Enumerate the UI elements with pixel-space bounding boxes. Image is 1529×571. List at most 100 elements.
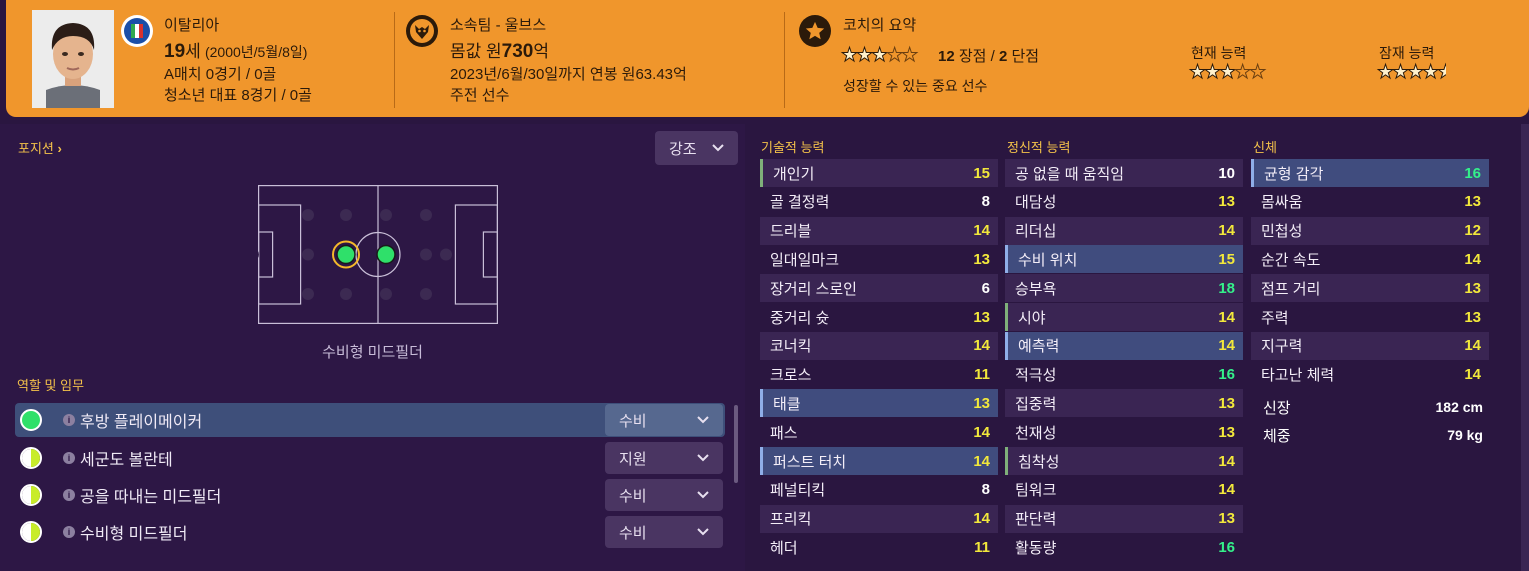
attribute-value: 13 bbox=[973, 250, 990, 268]
international-caps: A매치 0경기 / 0골 bbox=[164, 66, 277, 83]
emphasis-label: 강조 bbox=[669, 140, 697, 158]
attribute-name: 타고난 체력 bbox=[1261, 367, 1335, 385]
attribute-value: 13 bbox=[1464, 308, 1481, 326]
technical-attribute-row[interactable]: 크로스 11 bbox=[760, 361, 998, 389]
info-icon[interactable]: i bbox=[63, 414, 75, 426]
technical-attribute-row[interactable]: 드리블 14 bbox=[760, 216, 998, 245]
physical-attribute-row[interactable]: 민첩성 12 bbox=[1251, 216, 1489, 245]
attribute-value: 12 bbox=[1464, 222, 1481, 240]
role-name: 수비형 미드필더 bbox=[80, 526, 188, 543]
technical-attribute-row[interactable]: 골 결정력 8 bbox=[760, 188, 998, 216]
attribute-value: 14 bbox=[973, 452, 990, 470]
strengths-label: 장점 / bbox=[958, 48, 995, 65]
emphasis-dropdown[interactable]: 강조 bbox=[655, 131, 738, 165]
physical-attribute-row[interactable]: 순간 속도 14 bbox=[1251, 245, 1489, 273]
duty-label: 수비 bbox=[619, 524, 647, 542]
attribute-name: 천재성 bbox=[1015, 424, 1057, 442]
duty-dropdown[interactable]: 수비 bbox=[605, 479, 723, 511]
technical-attribute-row[interactable]: 일대일마크 13 bbox=[760, 245, 998, 273]
attribute-name: 크로스 bbox=[770, 367, 812, 385]
role-name: 공을 따내는 미드필더 bbox=[80, 489, 222, 506]
duty-label: 지원 bbox=[619, 450, 647, 468]
attribute-value: 6 bbox=[981, 279, 990, 297]
roles-scrollbar[interactable] bbox=[734, 405, 738, 483]
attribute-value: 11 bbox=[974, 366, 990, 384]
mental-attribute-row[interactable]: 천재성 13 bbox=[1005, 418, 1243, 446]
attribute-name: 침착성 bbox=[1018, 453, 1060, 471]
coach-title: 코치의 요약 bbox=[843, 17, 917, 34]
mental-attribute-row[interactable]: 침착성 14 bbox=[1005, 447, 1243, 475]
club-name[interactable]: 소속팀 - 울브스 bbox=[450, 14, 546, 35]
coach-comment: 성장할 수 있는 중요 선수 bbox=[843, 78, 988, 94]
role-row[interactable]: i 공을 따내는 미드필더 수비 bbox=[15, 478, 725, 512]
technical-attribute-row[interactable]: 장거리 스로인 6 bbox=[760, 274, 998, 303]
height-label: 신장 bbox=[1263, 399, 1291, 417]
technical-attribute-row[interactable]: 코너킥 14 bbox=[760, 331, 998, 360]
mental-attribute-row[interactable]: 대담성 13 bbox=[1005, 188, 1243, 216]
attribute-value: 13 bbox=[1218, 193, 1235, 211]
attribute-value: 14 bbox=[1464, 250, 1481, 268]
physical-attribute-row[interactable]: 지구력 14 bbox=[1251, 331, 1489, 360]
mental-attribute-row[interactable]: 집중력 13 bbox=[1005, 389, 1243, 418]
technical-attribute-row[interactable]: 페널티킥 8 bbox=[760, 476, 998, 504]
physical-attribute-row[interactable]: 점프 거리 13 bbox=[1251, 274, 1489, 303]
attribute-value: 16 bbox=[1218, 366, 1235, 384]
mental-attribute-row[interactable]: 리더십 14 bbox=[1005, 216, 1243, 245]
technical-attribute-row[interactable]: 프리킥 14 bbox=[760, 504, 998, 533]
position-marker-dm[interactable] bbox=[336, 244, 356, 265]
duty-dropdown[interactable]: 수비 bbox=[605, 404, 723, 436]
weaknesses-count: 2 bbox=[998, 48, 1008, 65]
wolves-crest-icon[interactable] bbox=[406, 15, 438, 47]
info-icon[interactable]: i bbox=[63, 526, 75, 538]
pitch-diagram[interactable] bbox=[258, 185, 498, 324]
attribute-name: 예측력 bbox=[1018, 338, 1060, 356]
mental-attribute-row[interactable]: 시야 14 bbox=[1005, 303, 1243, 331]
technical-attribute-row[interactable]: 패스 14 bbox=[760, 418, 998, 446]
attribute-name: 민첩성 bbox=[1261, 223, 1303, 241]
attribute-value: 8 bbox=[981, 481, 990, 499]
position-marker-mc[interactable] bbox=[376, 244, 396, 265]
weight-label: 체중 bbox=[1263, 427, 1291, 445]
technical-attribute-row[interactable]: 퍼스트 터치 14 bbox=[760, 447, 998, 475]
mental-attribute-row[interactable]: 예측력 14 bbox=[1005, 331, 1243, 360]
height-value: 182 cm bbox=[1435, 399, 1483, 415]
youth-caps: 청소년 대표 8경기 / 0골 bbox=[164, 87, 312, 104]
technical-attribute-row[interactable]: 개인기 15 bbox=[760, 159, 998, 187]
technical-attribute-row[interactable]: 헤더 11 bbox=[760, 533, 998, 561]
mental-attribute-row[interactable]: 활동량 16 bbox=[1005, 533, 1243, 561]
mental-attribute-row[interactable]: 공 없을 때 움직임 10 bbox=[1005, 159, 1243, 187]
chevron-down-icon bbox=[697, 416, 709, 424]
star-badge-icon bbox=[799, 15, 831, 47]
age-unit: 세 bbox=[185, 42, 201, 61]
info-icon[interactable]: i bbox=[63, 452, 75, 464]
header-divider bbox=[784, 12, 785, 108]
technical-attribute-row[interactable]: 중거리 슛 13 bbox=[760, 303, 998, 331]
physical-attribute-row[interactable]: 몸싸움 13 bbox=[1251, 188, 1489, 216]
mental-attribute-row[interactable]: 적극성 16 bbox=[1005, 361, 1243, 389]
duty-dropdown[interactable]: 수비 bbox=[605, 516, 723, 548]
positions-link[interactable]: 포지션 › bbox=[18, 138, 62, 157]
duty-dropdown[interactable]: 지원 bbox=[605, 442, 723, 474]
role-row[interactable]: i 수비형 미드필더 수비 bbox=[15, 515, 725, 549]
attribute-name: 수비 위치 bbox=[1018, 251, 1078, 269]
physical-attribute-row[interactable]: 주력 13 bbox=[1251, 303, 1489, 331]
role-row[interactable]: i 후방 플레이메이커 수비 bbox=[15, 403, 725, 437]
mental-attribute-row[interactable]: 승부욕 18 bbox=[1005, 274, 1243, 303]
role-suitability-icon bbox=[20, 447, 42, 469]
attribute-value: 14 bbox=[973, 510, 990, 528]
mental-attribute-row[interactable]: 수비 위치 15 bbox=[1005, 245, 1243, 274]
attribute-value: 13 bbox=[1464, 279, 1481, 297]
info-icon[interactable]: i bbox=[63, 489, 75, 501]
attribute-value: 16 bbox=[1464, 164, 1481, 182]
attribute-name: 장거리 스로인 bbox=[770, 280, 857, 298]
current-ability-stars: ★★★★★ bbox=[1188, 62, 1266, 84]
birthdate: (2000년/5월/8일) bbox=[204, 44, 308, 60]
mental-attribute-row[interactable]: 판단력 13 bbox=[1005, 504, 1243, 533]
mental-attribute-row[interactable]: 팀워크 14 bbox=[1005, 476, 1243, 504]
technical-attribute-row[interactable]: 태클 13 bbox=[760, 389, 998, 418]
physical-attribute-row[interactable]: 균형 감각 16 bbox=[1251, 159, 1489, 187]
physical-attribute-row[interactable]: 타고난 체력 14 bbox=[1251, 361, 1489, 389]
roles-title: 역할 및 임무 bbox=[17, 378, 85, 393]
attribute-value: 14 bbox=[1464, 366, 1481, 384]
role-row[interactable]: i 세군도 볼란테 지원 bbox=[15, 441, 725, 475]
